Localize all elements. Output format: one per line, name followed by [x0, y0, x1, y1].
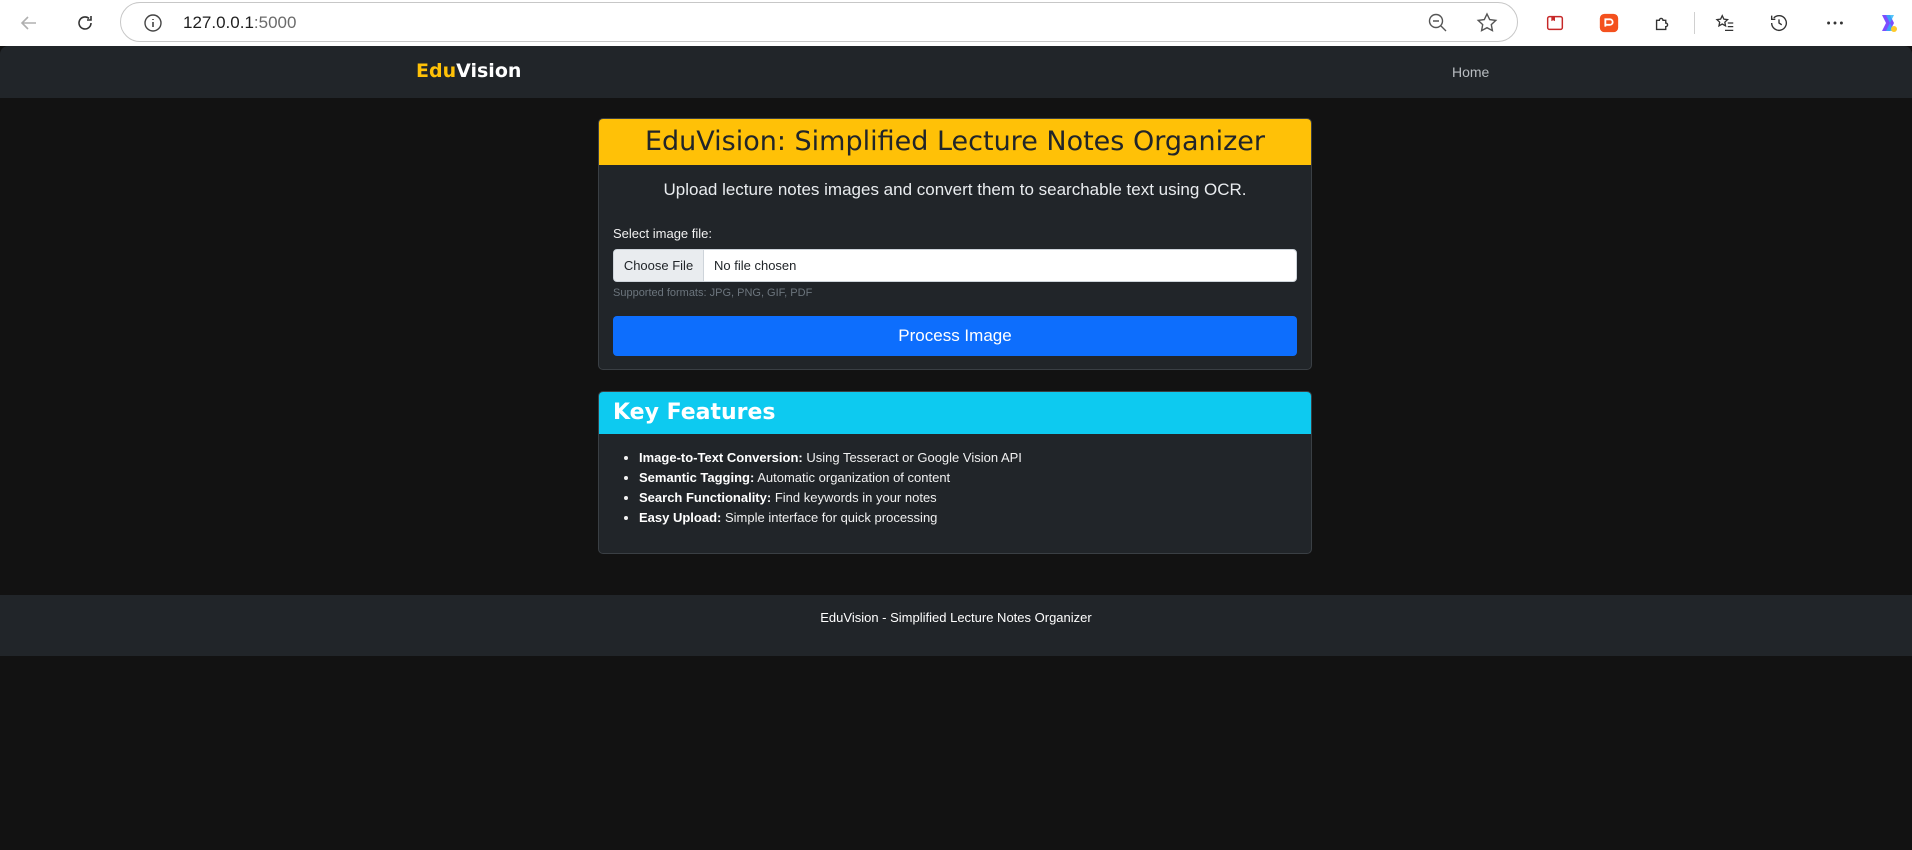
url-port: :5000 [253, 13, 297, 32]
file-input[interactable]: Choose File No file chosen [613, 249, 1297, 282]
navbar: EduVision Home [0, 46, 1912, 98]
feature-text: Using Tesseract or Google Vision API [802, 450, 1022, 465]
extension-shield-icon[interactable] [1540, 8, 1570, 38]
more-menu-icon[interactable] [1820, 8, 1850, 38]
extension-app-icon[interactable] [1594, 8, 1624, 38]
info-icon[interactable] [143, 13, 163, 33]
upload-card: EduVision: Simplified Lecture Notes Orga… [598, 118, 1312, 370]
reload-icon [78, 16, 92, 30]
toolbar-divider [1694, 12, 1695, 34]
process-image-button[interactable]: Process Image [613, 316, 1297, 356]
extensions-puzzle-icon[interactable] [1648, 8, 1678, 38]
feature-text: Find keywords in your notes [771, 490, 937, 505]
address-bar[interactable]: 127.0.0.1:5000 [120, 2, 1518, 42]
supported-formats-text: Supported formats: JPG, PNG, GIF, PDF [613, 287, 813, 299]
back-button[interactable] [12, 6, 46, 40]
feature-label: Image-to-Text Conversion: [639, 450, 803, 465]
list-item: Image-to-Text Conversion: Using Tesserac… [639, 448, 1311, 468]
features-card: Key Features Image-to-Text Conversion: U… [598, 391, 1312, 554]
brand-part-vision: Vision [456, 60, 522, 82]
page-footer: EduVision - Simplified Lecture Notes Org… [0, 595, 1912, 656]
url-host: 127.0.0.1 [183, 13, 254, 32]
feature-label: Search Functionality: [639, 490, 772, 505]
brand-part-edu: Edu [416, 60, 457, 82]
file-field-label: Select image file: [613, 226, 712, 241]
features-card-title: Key Features [599, 392, 1311, 434]
upload-card-subtitle: Upload lecture notes images and convert … [663, 180, 1247, 199]
brand-logo[interactable]: EduVision [416, 60, 521, 82]
list-item: Search Functionality: Find keywords in y… [639, 488, 1311, 508]
feature-text: Automatic organization of content [754, 470, 951, 485]
url-text[interactable]: 127.0.0.1:5000 [183, 13, 296, 33]
favorite-star-icon[interactable] [1475, 11, 1499, 35]
footer-text: EduVision - Simplified Lecture Notes Org… [820, 610, 1092, 625]
favorites-icon[interactable] [1710, 8, 1740, 38]
arrow-left-icon [20, 16, 36, 30]
zoom-out-icon[interactable] [1427, 12, 1449, 34]
reload-button[interactable] [68, 6, 102, 40]
file-status-text: No file chosen [714, 258, 797, 273]
features-list: Image-to-Text Conversion: Using Tesserac… [639, 448, 1311, 528]
nav-home-link[interactable]: Home [1452, 64, 1489, 80]
list-item: Easy Upload: Simple interface for quick … [639, 508, 1311, 528]
browser-toolbar: 127.0.0.1:5000 [0, 0, 1912, 46]
feature-label: Semantic Tagging: [639, 470, 755, 485]
history-icon[interactable] [1764, 8, 1794, 38]
upload-card-title: EduVision: Simplified Lecture Notes Orga… [599, 119, 1311, 165]
feature-label: Easy Upload: [639, 510, 722, 525]
copilot-icon[interactable] [1873, 8, 1903, 38]
web-page: EduVision Home EduVision: Simplified Lec… [0, 46, 1912, 850]
list-item: Semantic Tagging: Automatic organization… [639, 468, 1311, 488]
choose-file-button[interactable]: Choose File [614, 250, 704, 281]
feature-text: Simple interface for quick processing [721, 510, 938, 525]
